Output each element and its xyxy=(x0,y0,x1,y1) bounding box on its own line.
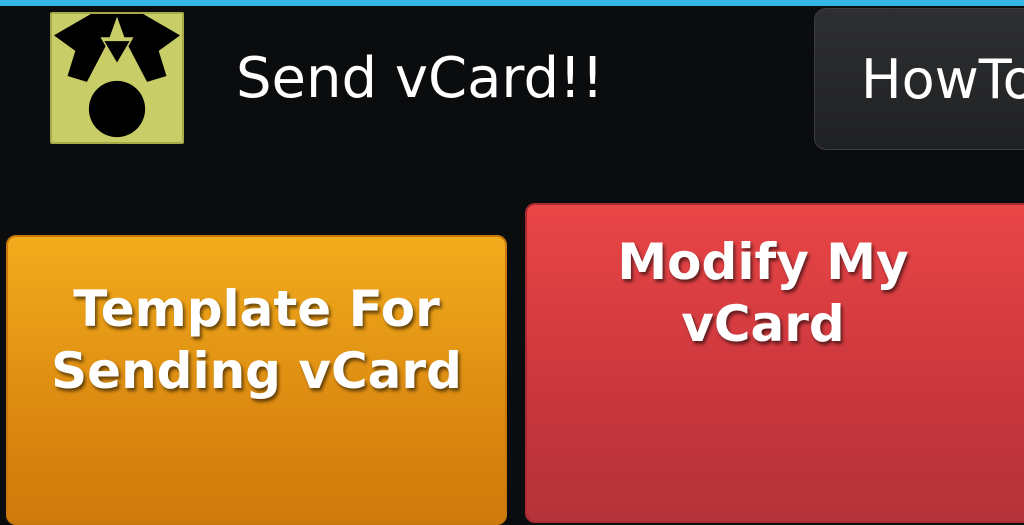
modify-my-vcard-button[interactable]: Modify My vCard xyxy=(525,203,1024,523)
app-logo-icon xyxy=(50,12,184,144)
howto-button[interactable]: HowTo xyxy=(814,8,1024,150)
tile-label-line: Sending vCard xyxy=(51,342,462,400)
tile-label-line: Modify My vCard xyxy=(617,233,909,353)
tile-label: Modify My vCard xyxy=(527,231,999,355)
tile-label: Template For Sending vCard xyxy=(51,278,462,402)
tile-label-line: Template For xyxy=(73,280,440,338)
app-title: Send vCard!! xyxy=(236,46,604,111)
status-strip xyxy=(0,0,1024,6)
template-for-sending-vcard-button[interactable]: Template For Sending vCard xyxy=(6,235,507,525)
